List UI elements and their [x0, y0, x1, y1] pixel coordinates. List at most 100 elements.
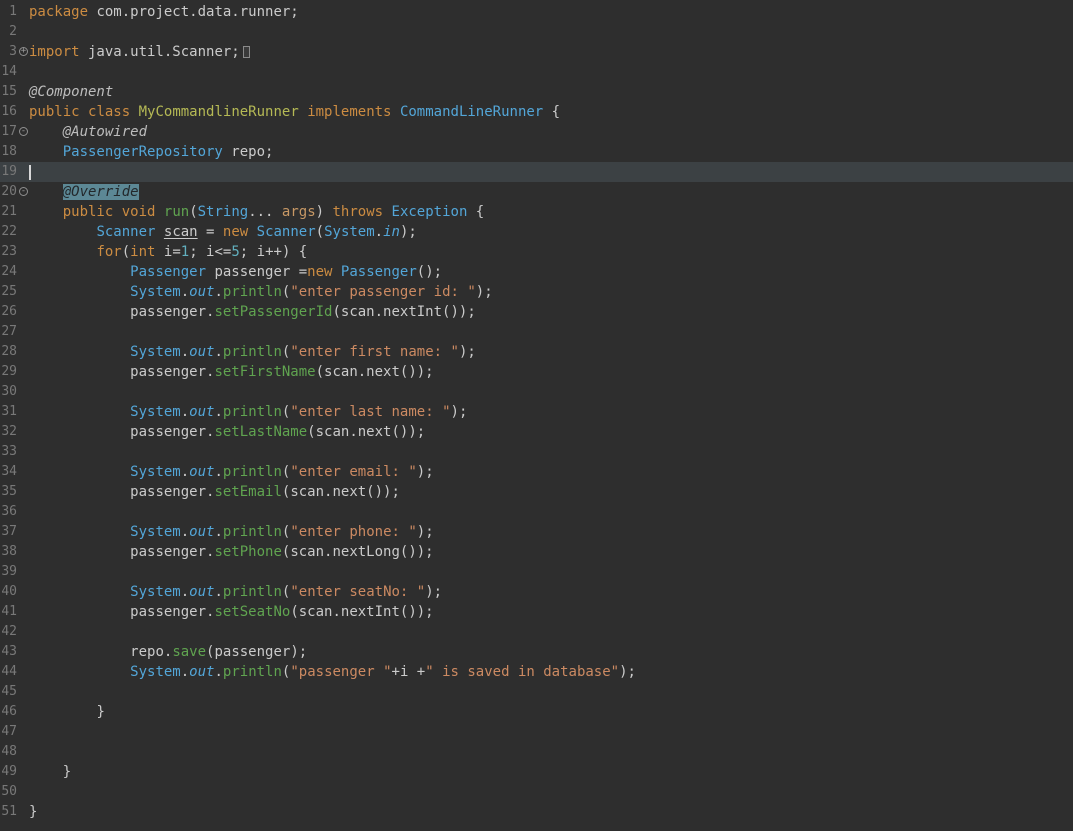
code-line[interactable]: 33 — [0, 442, 1073, 462]
code-line[interactable]: 36 — [0, 502, 1073, 522]
code-line[interactable]: 32 passenger.setLastName(scan.next()); — [0, 422, 1073, 442]
code-line[interactable]: 42 — [0, 622, 1073, 642]
code-line[interactable]: 41 passenger.setSeatNo(scan.nextInt()); — [0, 602, 1073, 622]
line-number: 35 — [1, 484, 17, 499]
code-line[interactable]: 22 Scanner scan = new Scanner(System.in)… — [0, 222, 1073, 242]
line-number: 47 — [1, 724, 17, 739]
code-line[interactable]: 35 passenger.setEmail(scan.next()); — [0, 482, 1073, 502]
code-token: Passenger — [130, 264, 207, 280]
code-line[interactable]: 19 — [0, 162, 1073, 182]
line-number: 37 — [1, 524, 17, 539]
code-token: ); — [425, 584, 443, 600]
code-line[interactable]: 46 } — [0, 702, 1073, 722]
code-line[interactable]: 30 — [0, 382, 1073, 402]
gutter: 14 — [0, 62, 29, 82]
code-line[interactable]: 23 for(int i=1; i<=5; i++) { — [0, 242, 1073, 262]
fold-minus-icon[interactable]: - — [17, 182, 29, 202]
code-line[interactable]: 16 public class MyCommandlineRunner imple… — [0, 102, 1073, 122]
code-token: passenger. — [130, 304, 215, 320]
code-line[interactable]: 38 passenger.setPhone(scan.nextLong()); — [0, 542, 1073, 562]
code-line[interactable]: 44 System.out.println("passenger "+i +" … — [0, 662, 1073, 682]
code-line[interactable]: 50 — [0, 782, 1073, 802]
code-line[interactable]: 29 passenger.setFirstName(scan.next()); — [0, 362, 1073, 382]
code-line[interactable]: 14 — [0, 62, 1073, 82]
code-token: ); — [416, 524, 434, 540]
code-token: . — [214, 464, 223, 480]
code-text: System.out.println("enter email: "); — [29, 462, 1073, 482]
code-line[interactable]: 21 public void run(String... args) throw… — [0, 202, 1073, 222]
code-line[interactable]: 27 — [0, 322, 1073, 342]
code-token: implements — [307, 104, 392, 120]
code-line[interactable]: 49 } — [0, 762, 1073, 782]
code-token: Passenger — [340, 264, 417, 280]
code-token: . — [180, 664, 190, 680]
code-line[interactable]: 31 System.out.println("enter last name: … — [0, 402, 1073, 422]
code-line[interactable]: 20- @Override — [0, 182, 1073, 202]
code-token: ( — [315, 224, 325, 240]
line-number: 41 — [1, 604, 17, 619]
code-token: Scanner — [96, 224, 156, 240]
line-number: 3 — [9, 44, 17, 59]
gutter: 26 — [0, 302, 29, 322]
code-line[interactable]: 25 System.out.println("enter passenger i… — [0, 282, 1073, 302]
code-token: MyCommandlineRunner — [138, 104, 299, 120]
code-line[interactable]: 47 — [0, 722, 1073, 742]
gutter: 16 — [0, 102, 29, 122]
code-line[interactable]: 37 System.out.println("enter phone: "); — [0, 522, 1073, 542]
code-line[interactable]: 45 — [0, 682, 1073, 702]
code-line[interactable]: 34 System.out.println("enter email: "); — [0, 462, 1073, 482]
code-token: package — [29, 4, 89, 20]
fold-plus-icon[interactable]: + — [17, 42, 29, 62]
code-token: } — [96, 704, 105, 720]
code-line[interactable]: 39 — [0, 562, 1073, 582]
code-token: println — [222, 284, 282, 300]
line-number: 34 — [1, 464, 17, 479]
code-token: "enter phone: " — [290, 524, 417, 540]
code-line[interactable]: 15 @Component — [0, 82, 1073, 102]
gutter: 31 — [0, 402, 29, 422]
code-line[interactable]: 43 repo.save(passenger); — [0, 642, 1073, 662]
code-token: com.project.data.runner; — [88, 4, 299, 20]
line-number: 19 — [1, 164, 17, 179]
code-line[interactable]: 40 System.out.println("enter seatNo: "); — [0, 582, 1073, 602]
code-line[interactable]: 1 package com.project.data.runner; — [0, 2, 1073, 22]
line-number: 29 — [1, 364, 17, 379]
code-token: repo. — [130, 644, 173, 660]
code-token: } — [62, 764, 72, 780]
code-line[interactable]: 28 System.out.println("enter first name:… — [0, 342, 1073, 362]
code-token: String — [197, 204, 249, 220]
code-token: println — [222, 584, 282, 600]
code-line[interactable]: 17- @Autowired — [0, 122, 1073, 142]
line-number: 22 — [1, 224, 17, 239]
code-line[interactable]: 18 PassengerRepository repo; — [0, 142, 1073, 162]
code-text: Scanner scan = new Scanner(System.in); — [29, 222, 1073, 242]
code-line[interactable]: 3 + import java.util.Scanner; — [0, 42, 1073, 62]
gutter: 1 — [0, 2, 29, 22]
code-line[interactable]: 24 Passenger passenger =new Passenger(); — [0, 262, 1073, 282]
code-token: println — [222, 464, 282, 480]
fold-minus-icon[interactable]: - — [17, 122, 29, 142]
code-editor[interactable]: 1 package com.project.data.runner; 2 3 + impo… — [0, 0, 1073, 831]
code-line[interactable]: 48 — [0, 742, 1073, 762]
code-line[interactable]: 26 passenger.setPassengerId(scan.nextInt… — [0, 302, 1073, 322]
gutter: 49 — [0, 762, 29, 782]
code-token: ( — [121, 244, 131, 260]
code-text: passenger.setLastName(scan.next()); — [29, 422, 1073, 442]
code-line[interactable]: 51} — [0, 802, 1073, 822]
code-token: ( — [189, 204, 198, 220]
code-token: ... — [248, 204, 282, 220]
code-line[interactable]: 2 — [0, 22, 1073, 42]
